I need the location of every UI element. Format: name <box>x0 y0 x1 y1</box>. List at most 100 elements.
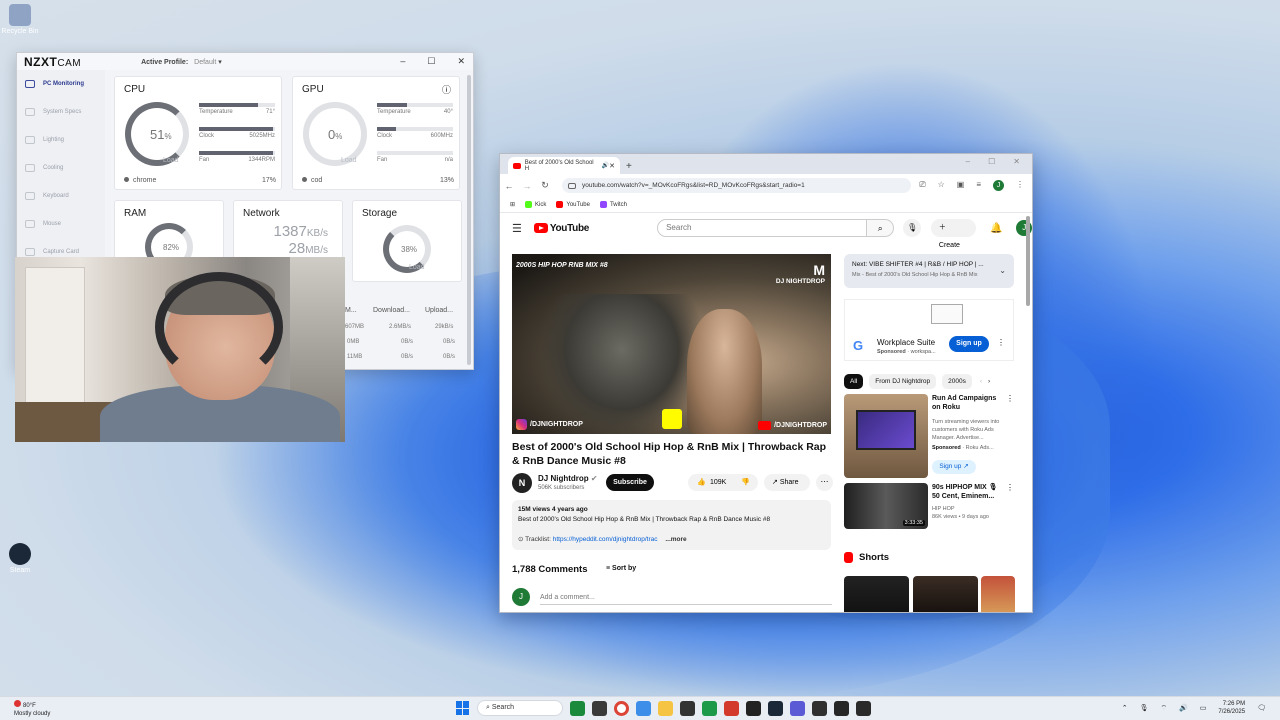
taskbar-app-icon[interactable] <box>702 700 717 716</box>
youtube-logo[interactable]: YouTube <box>533 223 589 234</box>
description-box[interactable]: 15M views 4 years ago Best of 2000's Old… <box>512 500 831 550</box>
wifi-icon[interactable]: ⌔ <box>1160 704 1167 713</box>
steam-desktop-icon[interactable]: Steam <box>0 543 40 574</box>
like-count[interactable]: 109K <box>710 474 726 491</box>
microphone-icon[interactable]: 🎙 <box>903 219 921 237</box>
short-thumbnail[interactable] <box>913 576 978 612</box>
sidebar-item-pc-monitoring[interactable]: PC Monitoring <box>17 70 105 98</box>
taskbar-app-icon[interactable] <box>724 700 739 716</box>
share-button[interactable]: ↗ Share <box>764 474 810 491</box>
rec-menu-icon[interactable]: ⋮ <box>1006 394 1014 403</box>
ad-menu-icon[interactable]: ⋮ <box>997 338 1005 347</box>
sidebar-item-mouse[interactable]: Mouse <box>17 210 105 238</box>
chip-2000s[interactable]: 2000s <box>942 374 972 389</box>
close-button[interactable]: ✕ <box>457 56 465 67</box>
add-comment-row[interactable]: J Add a comment... <box>512 588 832 606</box>
new-tab-button[interactable]: + <box>626 161 632 172</box>
sponsored-ad-card[interactable]: G Workplace Suite Sponsored · workspa...… <box>844 299 1014 361</box>
recommendation-90s-mix[interactable]: 3:33:35 90s HIPHOP MIX 🎙 50 Cent, Eminem… <box>844 483 1016 531</box>
chrome-taskbar-icon[interactable] <box>614 700 629 716</box>
clock[interactable]: 7:26 PM 7/26/2025 <box>1218 700 1245 716</box>
media-icon[interactable]: ≡ <box>976 180 981 191</box>
maximize-button[interactable]: ☐ <box>988 157 995 166</box>
taskbar-app-icon[interactable] <box>636 700 651 716</box>
search-icon[interactable]: ⌕ <box>867 219 895 237</box>
short-thumbnail[interactable] <box>844 576 909 612</box>
extensions-icon[interactable]: ▣ <box>957 180 965 191</box>
weather-widget[interactable]: 80°F Mostly cloudy <box>14 700 50 718</box>
reload-button[interactable]: ↻ <box>536 180 554 191</box>
table-header-download[interactable]: Download... <box>373 307 410 314</box>
file-explorer-icon[interactable] <box>658 700 673 716</box>
bookmark-kick[interactable]: Kick <box>525 200 546 208</box>
battery-icon[interactable]: ▭ <box>1200 704 1207 712</box>
site-info-icon[interactable] <box>568 182 576 189</box>
bookmark-twitch[interactable]: Twitch <box>599 200 627 208</box>
video-player[interactable]: 2000S HIP HOP RNB MIX #8 M DJ NIGHTDROP /… <box>512 254 831 434</box>
table-header-upload[interactable]: Upload... <box>425 307 453 314</box>
active-profile[interactable]: Active Profile: Default ▾ <box>141 58 222 66</box>
chip-from-channel[interactable]: From DJ Nightdrop <box>869 374 937 389</box>
show-more-link[interactable]: ...more <box>665 536 686 543</box>
steam-taskbar-icon[interactable] <box>768 700 783 716</box>
tab-close-icon[interactable]: ✕ <box>609 162 615 170</box>
sidebar-item-lighting[interactable]: Lighting <box>17 126 105 154</box>
taskbar-app-icon[interactable] <box>570 700 585 716</box>
cpu-card[interactable]: CPU 51% Load Temperature 71° Clock 5025MHz… <box>114 76 282 190</box>
apps-grid-icon[interactable]: ⊞ <box>510 201 515 208</box>
chevron-left-icon[interactable]: ‹ <box>980 374 982 389</box>
profile-avatar[interactable]: J <box>993 180 1004 191</box>
add-comment-input[interactable]: Add a comment... <box>540 594 595 601</box>
subscribe-button[interactable]: Subscribe <box>606 474 654 491</box>
start-button[interactable] <box>456 701 470 715</box>
taskbar-app-icon[interactable] <box>746 700 761 716</box>
minimize-button[interactable]: – <box>966 157 970 166</box>
rec-signup-button[interactable]: Sign up ↗ <box>932 460 976 474</box>
speaker-icon[interactable]: 🔊 <box>602 162 609 169</box>
star-icon[interactable]: ☆ <box>938 180 945 191</box>
ram-card[interactable]: RAM 82% <box>114 200 224 271</box>
up-next-card[interactable]: Next: VIBE SHIFTER #4 | R&B / HIP HOP | … <box>844 254 1014 288</box>
taskbar-app-icon[interactable] <box>834 700 849 716</box>
sidebar-item-cooling[interactable]: Cooling <box>17 154 105 182</box>
channel-name[interactable]: DJ Nightdrop ✔ <box>538 474 598 483</box>
taskbar-search[interactable]: ⌕ Search <box>477 700 563 716</box>
taskbar-app-icon[interactable] <box>592 700 607 716</box>
tray-overflow-icon[interactable]: ⌃ <box>1122 704 1128 712</box>
bookmark-youtube[interactable]: YouTube <box>556 200 590 208</box>
page-scrollbar[interactable] <box>1026 216 1030 306</box>
notifications-bell-icon[interactable]: 🔔 <box>990 223 1002 234</box>
channel-avatar[interactable]: N <box>512 473 532 493</box>
thumbs-up-icon[interactable]: 👍 <box>697 474 706 491</box>
info-icon[interactable]: ⓘ <box>442 83 451 96</box>
sidebar-item-keyboard[interactable]: Keyboard <box>17 182 105 210</box>
chevron-right-icon[interactable]: › <box>988 374 990 389</box>
back-button[interactable]: ← <box>500 181 518 191</box>
volume-icon[interactable]: 🔊 <box>1179 704 1188 712</box>
taskbar-app-icon[interactable] <box>680 700 695 716</box>
taskbar-app-icon[interactable] <box>790 700 805 716</box>
menu-icon[interactable]: ⋮ <box>1016 180 1024 191</box>
taskbar-app-icon[interactable] <box>812 700 827 716</box>
table-header-memory[interactable]: M... <box>345 307 357 314</box>
recycle-bin-icon[interactable]: Recycle Bin <box>0 4 40 35</box>
short-thumbnail[interactable] <box>981 576 1015 612</box>
cast-icon[interactable]: ⎚ <box>919 180 925 191</box>
storage-card[interactable]: Storage 38% Load <box>352 200 462 282</box>
nzxt-scrollbar[interactable] <box>467 75 471 365</box>
chevron-down-icon[interactable]: ⌄ <box>999 266 1006 275</box>
more-actions-button[interactable]: ⋯ <box>816 474 833 491</box>
tracklist-link[interactable]: https://hypeddit.com/djnightdrop/trac <box>553 536 658 543</box>
chip-all[interactable]: All <box>844 374 864 389</box>
ad-signup-button[interactable]: Sign up <box>949 336 989 352</box>
create-button[interactable]: ＋ Create <box>930 219 977 249</box>
url-input[interactable]: youtube.com/watch?v=_MOvKcoFRgs&list=RD_… <box>562 178 912 193</box>
recommendation-roku-ad[interactable]: Run Ad Campaigns on Roku Turn streaming … <box>844 394 1016 478</box>
sort-by-button[interactable]: ≡ Sort by <box>606 565 636 572</box>
maximize-button[interactable]: ☐ <box>427 56 435 67</box>
youtube-search-input[interactable]: Search <box>657 219 868 237</box>
close-button[interactable]: ✕ <box>1013 157 1020 166</box>
forward-button[interactable]: → <box>518 181 536 191</box>
hamburger-menu-icon[interactable]: ☰ <box>512 222 522 235</box>
microphone-tray-icon[interactable]: 🎙 <box>1140 704 1149 712</box>
